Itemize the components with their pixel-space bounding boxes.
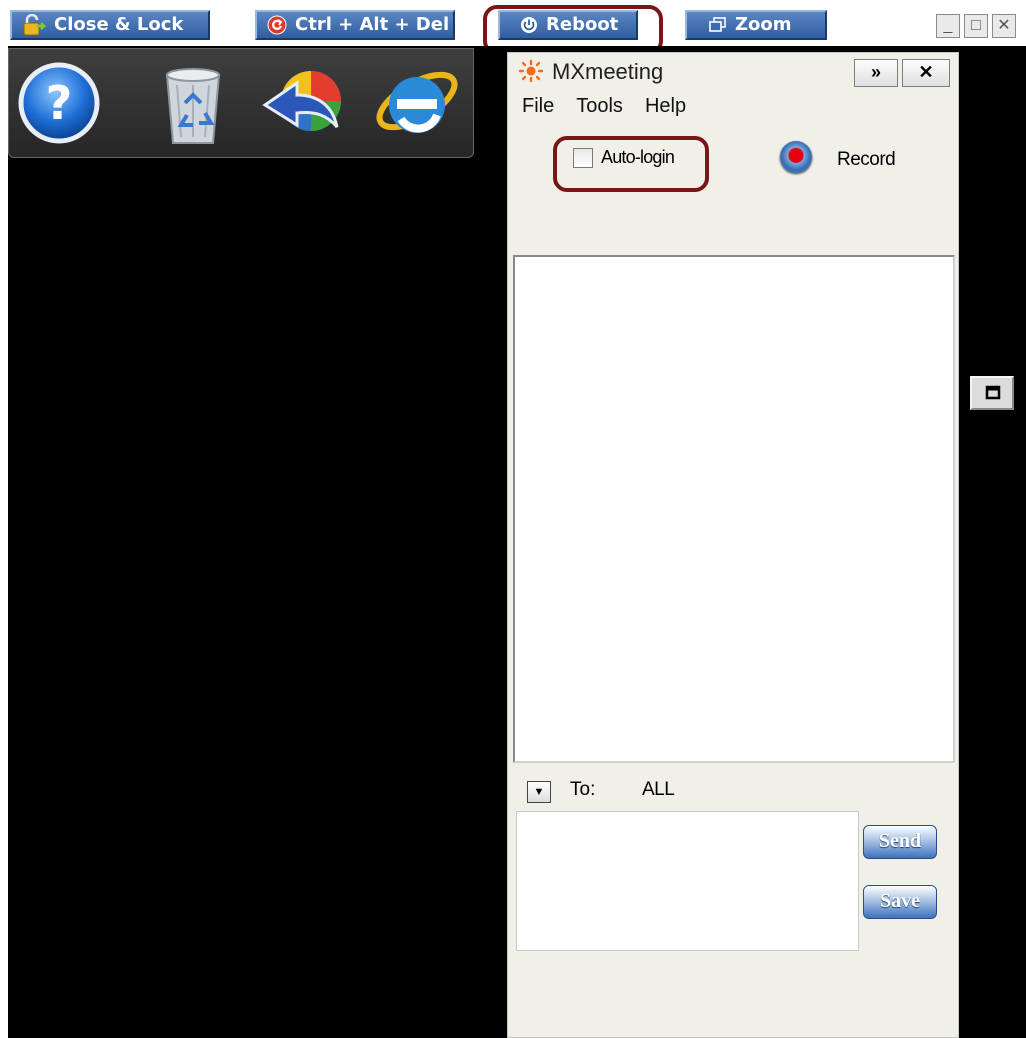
back-globe-icon[interactable] [257, 57, 349, 149]
zoom-button[interactable]: Zoom [685, 10, 827, 40]
recipient-dropdown-button[interactable]: ▼ [527, 781, 551, 803]
help-icon[interactable]: ? [13, 57, 105, 149]
reboot-button[interactable]: Reboot [498, 10, 638, 40]
close-lock-label: Close & Lock [54, 14, 184, 35]
close-lock-button[interactable]: Close & Lock [10, 10, 210, 40]
mxmeeting-panel: MXmeeting » ✕ File Tools Help Auto-login… [507, 52, 959, 1038]
close-panel-button[interactable]: ✕ [902, 59, 950, 87]
message-input[interactable] [516, 811, 859, 951]
record-icon[interactable] [780, 141, 812, 173]
mxmeeting-logo-icon [518, 59, 544, 83]
save-button[interactable]: Save [863, 885, 937, 919]
recycle-bin-icon[interactable] [147, 57, 239, 149]
send-button[interactable]: Send [863, 825, 937, 859]
remote-toolbar: Close & Lock Ctrl + Alt + Del Reboot Zoo… [0, 0, 1026, 55]
menu-bar: File Tools Help [522, 95, 686, 118]
svg-text:?: ? [46, 76, 73, 130]
restore-button[interactable]: □ [964, 14, 988, 38]
internet-explorer-icon[interactable] [369, 57, 461, 149]
desktop-dock: ? [8, 48, 474, 158]
menu-file[interactable]: File [522, 95, 554, 118]
power-icon [521, 17, 537, 33]
record-label: Record [837, 149, 896, 170]
chevron-down-icon: ▼ [533, 786, 545, 798]
auto-login-checkbox[interactable] [573, 148, 593, 168]
lock-icon [23, 14, 46, 36]
menu-help[interactable]: Help [645, 95, 686, 118]
chat-log[interactable] [513, 255, 955, 763]
panel-titlebar: MXmeeting » ✕ [508, 53, 958, 89]
auto-login-label: Auto-login [601, 147, 675, 167]
zoom-label: Zoom [735, 14, 792, 35]
recipient-value: ALL [642, 779, 675, 800]
ctrl-alt-del-label: Ctrl + Alt + Del [295, 14, 450, 35]
close-button[interactable]: ✕ [992, 14, 1016, 38]
reboot-label: Reboot [546, 14, 619, 35]
window-icon [985, 385, 1001, 400]
collapse-panel-button[interactable]: » [854, 59, 898, 87]
panel-title: MXmeeting [552, 59, 664, 84]
window-controls: _ □ ✕ [936, 14, 1016, 38]
to-label: To: [570, 779, 596, 800]
zoom-window-icon [709, 17, 726, 32]
minimize-button[interactable]: _ [936, 14, 960, 38]
menu-tools[interactable]: Tools [576, 95, 623, 118]
restore-panel-button[interactable] [970, 376, 1014, 410]
ctrl-alt-del-button[interactable]: Ctrl + Alt + Del [255, 10, 455, 40]
ctrl-alt-del-icon [267, 15, 287, 35]
